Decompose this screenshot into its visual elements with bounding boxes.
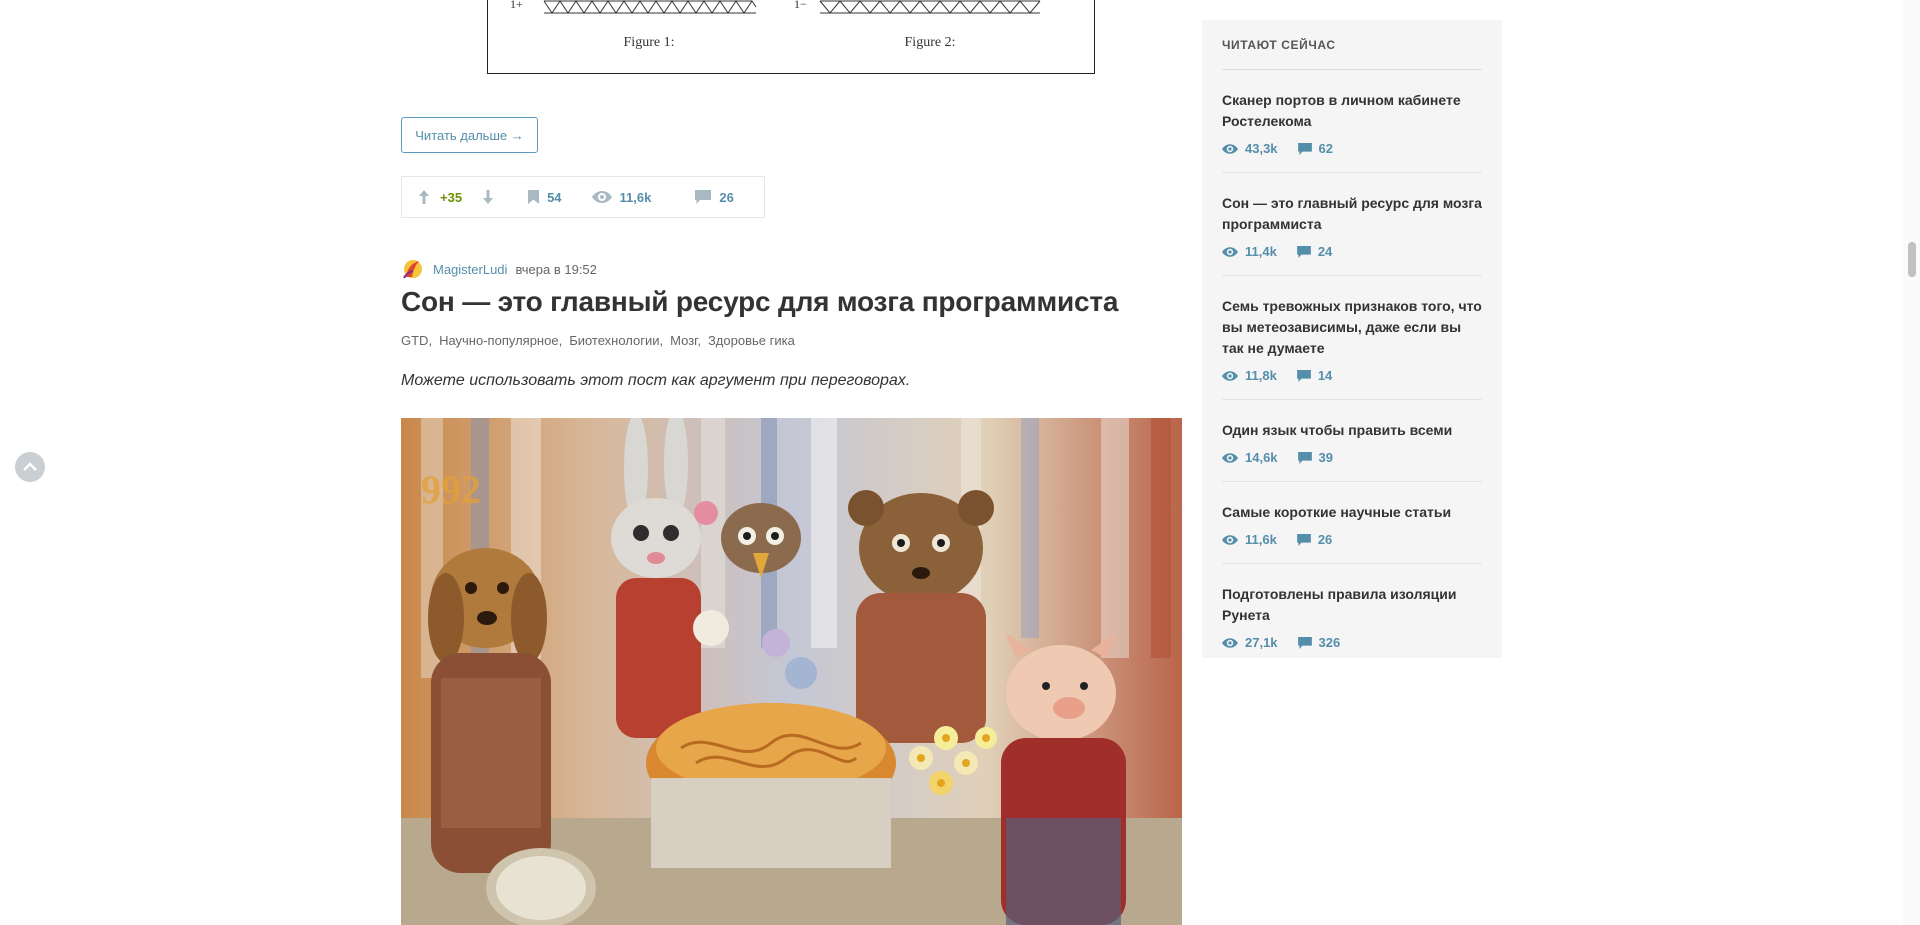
- author-link[interactable]: MagisterLudi: [433, 262, 507, 277]
- article-figure: 1+ Figure 1: 1− Figure 2:: [487, 0, 1095, 74]
- sidebar-comments[interactable]: 14: [1296, 368, 1333, 383]
- sidebar-views-count: 11,4k: [1245, 244, 1277, 259]
- sidebar-comments-count: 26: [1317, 532, 1333, 547]
- sidebar-comments-count: 24: [1317, 244, 1333, 259]
- sidebar-views: 14,6k: [1222, 450, 1278, 465]
- read-more-button[interactable]: Читать дальше →: [401, 117, 538, 153]
- bookmark-count: 54: [547, 189, 562, 205]
- sidebar-item: Подготовлены правила изоляции Рунета 27,…: [1222, 564, 1482, 666]
- author-avatar[interactable]: [401, 258, 423, 280]
- sidebar-comments[interactable]: 326: [1297, 635, 1341, 650]
- eye-icon: [1222, 637, 1238, 648]
- sidebar-item: Один язык чтобы править всеми 14,6k 39: [1222, 400, 1482, 482]
- comment-icon: [1296, 369, 1311, 382]
- comment-icon: [695, 190, 712, 204]
- sidebar-comments-count: 326: [1318, 635, 1341, 650]
- sidebar-comments-count: 39: [1318, 450, 1334, 465]
- comment-icon: [1296, 245, 1311, 258]
- sidebar-views: 43,3k: [1222, 141, 1278, 156]
- sidebar-views: 11,6k: [1222, 532, 1277, 547]
- svg-text:992: 992: [421, 467, 481, 512]
- eye-icon: [1222, 370, 1238, 381]
- eye-icon: [1222, 143, 1238, 154]
- post-image[interactable]: 992: [401, 418, 1182, 925]
- eye-icon: [591, 191, 612, 203]
- vote-down-button[interactable]: [478, 187, 498, 207]
- figure-2-caption: Figure 2:: [904, 35, 956, 50]
- sidebar-comments[interactable]: 39: [1297, 450, 1334, 465]
- sidebar-item: Сон — это главный ресурс для мозга прогр…: [1222, 173, 1482, 276]
- sidebar-comments-count: 14: [1317, 368, 1333, 383]
- arrow-down-icon: [483, 190, 494, 204]
- figure-1-diagram: 1+: [506, 0, 766, 17]
- eye-icon: [1222, 246, 1238, 257]
- sidebar-views: 11,4k: [1222, 244, 1277, 259]
- sidebar-views-count: 27,1k: [1245, 635, 1278, 650]
- comments-stat[interactable]: 26: [695, 189, 734, 205]
- page-scrollbar[interactable]: [1903, 0, 1920, 925]
- sidebar-item-title[interactable]: Подготовлены правила изоляции Рунета: [1222, 584, 1482, 626]
- comments-count: 26: [719, 189, 734, 205]
- views-stat: 11,6k: [591, 189, 652, 205]
- figure-1-caption: Figure 1:: [623, 35, 675, 50]
- sidebar-item: Самые короткие научные статьи 11,6k 26: [1222, 482, 1482, 564]
- post-hubs: GTD, Научно-популярное, Биотехнологии, М…: [401, 333, 802, 348]
- arrow-up-icon: [419, 190, 429, 204]
- hub-link[interactable]: Мозг,: [670, 333, 701, 348]
- hub-link[interactable]: GTD,: [401, 333, 432, 348]
- svg-text:1+: 1+: [510, 0, 523, 11]
- figure-2-diagram: 1−: [790, 0, 1050, 17]
- post-time: вчера в 19:52: [515, 261, 597, 277]
- sidebar-item-title[interactable]: Семь тревожных признаков того, что вы ме…: [1222, 296, 1482, 359]
- post-title[interactable]: Сон — это главный ресурс для мозга прогр…: [401, 286, 1118, 318]
- sidebar-item: Семь тревожных признаков того, что вы ме…: [1222, 276, 1482, 400]
- sidebar-item-title[interactable]: Один язык чтобы править всеми: [1222, 420, 1482, 441]
- sidebar-views-count: 11,6k: [1245, 532, 1277, 547]
- comment-icon: [1297, 451, 1312, 464]
- vote-up-button[interactable]: [414, 187, 434, 207]
- sidebar-item: Сканер портов в личном кабинете Ростелек…: [1222, 70, 1482, 173]
- sidebar-views-count: 11,8k: [1245, 368, 1277, 383]
- vote-score: +35: [440, 189, 463, 205]
- scrollbar-thumb[interactable]: [1908, 242, 1916, 277]
- comment-icon: [1297, 142, 1312, 155]
- sidebar-comments-count: 62: [1318, 141, 1334, 156]
- sidebar-views: 11,8k: [1222, 368, 1277, 383]
- scroll-to-top-button[interactable]: [15, 452, 45, 482]
- sidebar-comments[interactable]: 26: [1296, 532, 1333, 547]
- comment-icon: [1296, 533, 1311, 546]
- eye-icon: [1222, 452, 1238, 463]
- svg-text:1−: 1−: [794, 0, 807, 11]
- sidebar-item-title[interactable]: Самые короткие научные статьи: [1222, 502, 1482, 523]
- hub-link[interactable]: Здоровье гика: [708, 333, 795, 348]
- bookmark-icon: [528, 190, 540, 204]
- sidebar-item-title[interactable]: Сканер портов в личном кабинете Ростелек…: [1222, 90, 1482, 132]
- hub-link[interactable]: Научно-популярное,: [439, 333, 562, 348]
- views-count: 11,6k: [619, 189, 652, 205]
- article-stats-panel: +35 54 11,6k 26: [401, 176, 765, 218]
- eye-icon: [1222, 534, 1238, 545]
- post-lead: Можете использовать этот пост как аргуме…: [401, 372, 911, 389]
- post-meta: MagisterLudi вчера в 19:52: [401, 259, 597, 279]
- sidebar-views-count: 14,6k: [1245, 450, 1278, 465]
- sidebar-item-title[interactable]: Сон — это главный ресурс для мозга прогр…: [1222, 193, 1482, 235]
- sidebar-comments[interactable]: 62: [1297, 141, 1334, 156]
- chevron-up-icon: [23, 462, 37, 471]
- sidebar-views: 27,1k: [1222, 635, 1278, 650]
- sidebar-comments[interactable]: 24: [1296, 244, 1333, 259]
- hub-link[interactable]: Биотехнологии,: [569, 333, 663, 348]
- comment-icon: [1297, 636, 1312, 649]
- sidebar-views-count: 43,3k: [1245, 141, 1278, 156]
- sidebar-title: Читают сейчас: [1222, 20, 1482, 70]
- sidebar-reading-now: Читают сейчас Сканер портов в личном каб…: [1202, 20, 1502, 658]
- bookmark-stat[interactable]: 54: [528, 189, 562, 205]
